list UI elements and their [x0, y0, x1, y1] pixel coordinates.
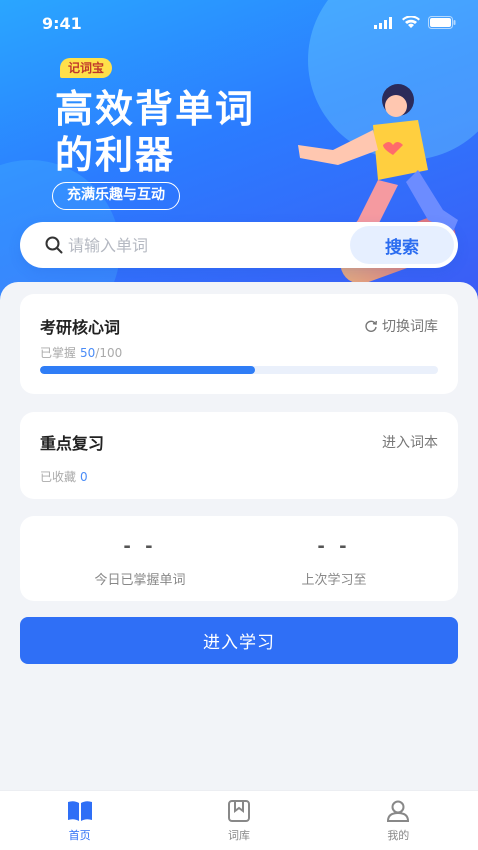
today-value: - -: [123, 536, 157, 557]
tab-library-label: 词库: [227, 829, 250, 842]
main-panel: 考研核心词 切换词库 已掌握 50/100 重点复习 进入词本 已收藏 0 - - …: [0, 282, 478, 802]
refresh-icon: [365, 320, 377, 332]
bottom-tab-bar: 首页 词库 我的: [0, 790, 478, 850]
last-studied-stat: - - 上次学习至: [244, 536, 424, 588]
collected-stat: 已收藏 0: [40, 468, 88, 485]
status-bar: 9:41: [0, 0, 478, 48]
search-button[interactable]: 搜索: [350, 226, 454, 264]
hero-headline-line1: 高效背单词: [55, 87, 256, 131]
mastered-count: 50: [80, 346, 96, 360]
review-card[interactable]: 重点复习 进入词本 已收藏 0: [20, 412, 458, 499]
user-icon: [387, 800, 410, 822]
book-open-icon: [67, 801, 92, 821]
mastered-stat: 已掌握 50/100: [40, 344, 122, 361]
hero-headline-line2: 的利器: [55, 133, 176, 177]
search-bar: 搜索: [20, 222, 458, 268]
mastered-total: /100: [95, 346, 123, 360]
status-icons: [374, 16, 456, 29]
collected-label: 已收藏: [40, 470, 77, 484]
hero-headline: 高效背单词 的利器: [55, 86, 315, 178]
open-wordbook-link[interactable]: 进入词本: [382, 432, 438, 452]
tab-profile[interactable]: 我的: [319, 791, 478, 850]
tab-home[interactable]: 首页: [0, 791, 159, 850]
hero-subtitle: 充满乐趣与互动: [52, 182, 180, 210]
mastery-progress-fill: [40, 366, 255, 374]
last-label: 上次学习至: [301, 573, 367, 588]
mastered-label: 已掌握: [40, 346, 77, 360]
search-input[interactable]: [68, 222, 348, 268]
battery-icon: [428, 16, 456, 29]
tab-home-label: 首页: [68, 829, 91, 842]
status-time: 9:41: [42, 14, 82, 33]
search-icon: [45, 236, 63, 254]
switch-library-button[interactable]: 切换词库: [364, 316, 438, 336]
vocab-card-title: 考研核心词: [40, 318, 121, 337]
bookmark-icon: [227, 800, 250, 822]
vocab-card: 考研核心词 切换词库 已掌握 50/100: [20, 294, 458, 394]
last-value: - -: [317, 536, 351, 557]
tab-library[interactable]: 词库: [159, 791, 318, 850]
switch-library-label: 切换词库: [382, 319, 438, 335]
stats-card: - - 今日已掌握单词 - - 上次学习至: [20, 516, 458, 601]
today-label: 今日已掌握单词: [94, 573, 186, 588]
tab-profile-label: 我的: [387, 829, 410, 842]
collected-count: 0: [80, 470, 88, 484]
start-learning-button[interactable]: 进入学习: [20, 617, 458, 664]
review-card-title: 重点复习: [40, 434, 105, 453]
today-stat: - - 今日已掌握单词: [50, 536, 230, 588]
app-badge: 记词宝: [60, 58, 113, 78]
wifi-icon: [402, 16, 420, 28]
signal-icon: [374, 16, 392, 29]
mastery-progress-bar: [40, 366, 438, 374]
